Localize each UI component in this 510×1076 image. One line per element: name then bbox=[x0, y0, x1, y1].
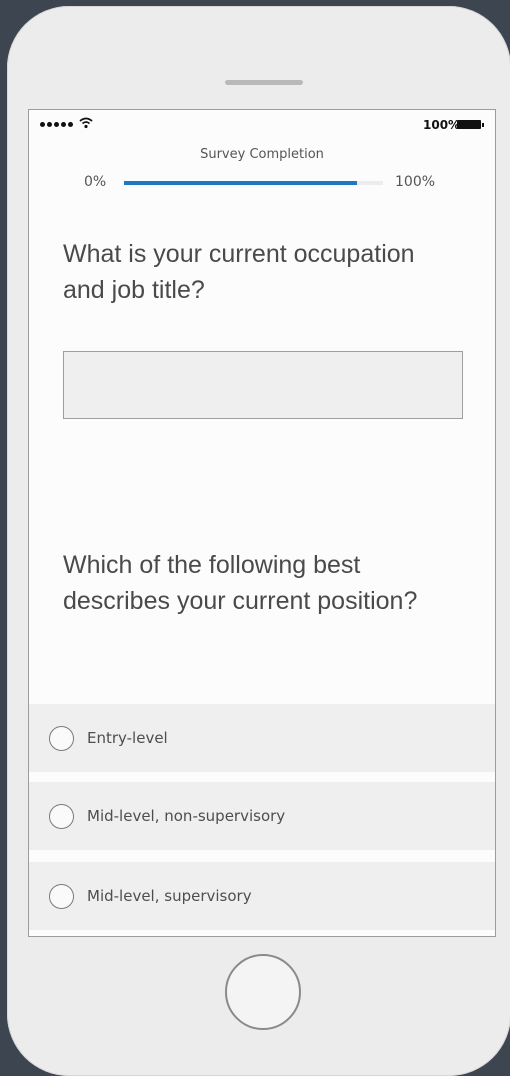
radio-icon[interactable] bbox=[49, 803, 74, 829]
option-mid-level-supervisory[interactable]: Mid-level, supervisory bbox=[29, 862, 495, 930]
progress-end-label: 100% bbox=[395, 174, 436, 190]
survey-completion-title: Survey Completion bbox=[200, 147, 324, 162]
phone-speaker bbox=[225, 80, 303, 85]
radio-icon[interactable] bbox=[49, 725, 74, 751]
phone-screen: 100% Survey Completion 0% 100% What is y… bbox=[28, 109, 496, 937]
option-label: Mid-level, supervisory bbox=[87, 887, 252, 905]
question-occupation: What is your current occupation and job … bbox=[63, 240, 415, 304]
progress-bar bbox=[124, 181, 383, 185]
battery-percentage: 100% bbox=[423, 118, 461, 132]
battery-icon bbox=[457, 120, 484, 129]
option-label: Mid-level, non-supervisory bbox=[87, 807, 286, 825]
signal-dots-icon bbox=[40, 122, 73, 127]
radio-icon[interactable] bbox=[49, 883, 74, 909]
phone-frame: 100% Survey Completion 0% 100% What is y… bbox=[7, 6, 510, 1076]
progress-bar-fill bbox=[124, 181, 358, 185]
option-entry-level[interactable]: Entry-level bbox=[29, 704, 495, 772]
progress-start-label: 0% bbox=[84, 174, 107, 190]
option-mid-level-non-supervisory[interactable]: Mid-level, non-supervisory bbox=[29, 782, 495, 850]
status-bar: 100% bbox=[29, 110, 495, 140]
question-position: Which of the following best describes yo… bbox=[63, 551, 418, 615]
wifi-icon bbox=[79, 117, 93, 129]
option-label: Entry-level bbox=[87, 729, 168, 747]
occupation-input[interactable] bbox=[63, 351, 463, 419]
home-button[interactable] bbox=[225, 954, 301, 1030]
